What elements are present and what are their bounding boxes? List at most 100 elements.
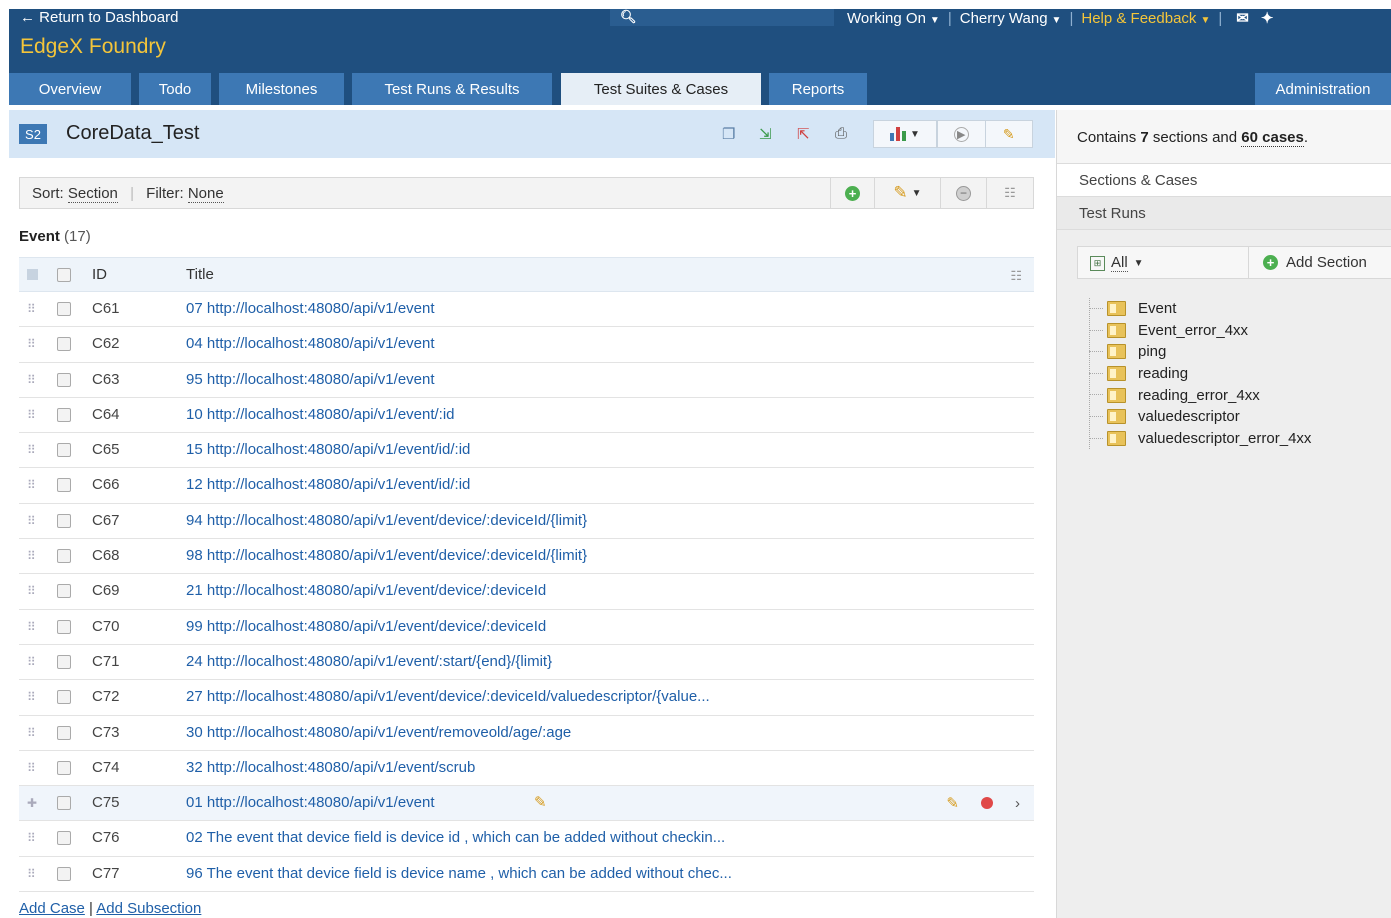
case-title-link[interactable]: 30 http://localhost:48080/api/v1/event/r… — [186, 724, 571, 741]
columns-icon[interactable]: ☷ — [1010, 268, 1022, 284]
table-row[interactable]: ⠿ C62 04 http://localhost:48080/api/v1/eve… — [19, 327, 1034, 363]
add-case-link[interactable]: Add Case — [19, 900, 85, 917]
tree-item[interactable]: Event — [1089, 298, 1311, 320]
row-checkbox[interactable] — [57, 337, 71, 352]
table-row[interactable]: ⠿ C77 96 The event that device field is de… — [19, 857, 1034, 893]
table-row[interactable]: ⠿ C67 94 http://localhost:48080/api/v1/eve… — [19, 504, 1034, 540]
row-checkbox[interactable] — [57, 478, 71, 493]
add-case-button[interactable]: + — [830, 178, 874, 208]
case-title-link[interactable]: 96 The event that device field is device… — [186, 865, 732, 882]
add-subsection-link[interactable]: Add Subsection — [96, 900, 201, 917]
row-checkbox[interactable] — [57, 654, 71, 669]
row-checkbox[interactable] — [57, 407, 71, 422]
row-checkbox[interactable] — [57, 866, 71, 881]
row-checkbox[interactable] — [57, 619, 71, 634]
drag-handle-icon[interactable]: ⠿ — [27, 831, 36, 845]
tab-test-suites-cases[interactable]: Test Suites & Cases — [561, 73, 761, 105]
tree-item[interactable]: Event_error_4xx — [1089, 320, 1311, 342]
columns-button[interactable]: ☷ — [986, 178, 1033, 208]
project-name[interactable]: EdgeX Foundry — [20, 35, 166, 59]
tree-item[interactable]: valuedescriptor — [1089, 406, 1311, 428]
table-row[interactable]: ⠿ C76 02 The event that device field is de… — [19, 821, 1034, 857]
summary-cases-count[interactable]: 60 cases — [1241, 129, 1304, 147]
case-title-link[interactable]: 27 http://localhost:48080/api/v1/event/d… — [186, 688, 710, 705]
add-section-button[interactable]: + Add Section — [1248, 247, 1367, 278]
table-row[interactable]: ⠿ C65 15 http://localhost:48080/api/v1/eve… — [19, 433, 1034, 469]
table-row[interactable]: ⠿ C68 98 http://localhost:48080/api/v1/eve… — [19, 539, 1034, 575]
filter-selector[interactable]: None — [187, 185, 224, 203]
drag-handle-icon[interactable]: ⠿ — [27, 867, 36, 881]
sidebar-tab-sections-cases[interactable]: Sections & Cases — [1057, 164, 1391, 197]
inline-edit-pencil-icon[interactable]: ✎ — [534, 793, 547, 811]
delete-icon[interactable] — [981, 797, 993, 810]
sort-selector[interactable]: Section — [67, 185, 118, 203]
table-row[interactable]: ⠿ C72 27 http://localhost:48080/api/v1/eve… — [19, 680, 1034, 716]
drag-handle-icon[interactable]: ⠿ — [27, 373, 36, 387]
drag-handle-icon[interactable]: ⠿ — [27, 408, 36, 422]
user-menu[interactable]: Cherry Wang ▼ — [960, 10, 1062, 27]
help-feedback-menu[interactable]: Help & Feedback ▼ — [1081, 10, 1210, 27]
drag-handle-icon[interactable]: ⠿ — [27, 302, 36, 316]
case-title-link[interactable]: 01 http://localhost:48080/api/v1/event — [186, 794, 435, 811]
drag-handle-icon[interactable]: ⠿ — [27, 584, 36, 598]
row-checkbox[interactable] — [57, 796, 71, 811]
drag-handle-icon[interactable]: ⠿ — [27, 514, 36, 528]
delete-cases-button[interactable]: − — [940, 178, 986, 208]
tree-item[interactable]: reading — [1089, 363, 1311, 385]
drag-handle-icon[interactable]: ⠿ — [27, 761, 36, 775]
case-title-link[interactable]: 02 The event that device field is device… — [186, 829, 725, 846]
tree-item[interactable]: reading_error_4xx — [1089, 384, 1311, 406]
case-title-link[interactable]: 12 http://localhost:48080/api/v1/event/i… — [186, 476, 470, 493]
row-checkbox[interactable] — [57, 443, 71, 458]
row-checkbox[interactable] — [57, 690, 71, 705]
drag-handle-icon[interactable]: ⠿ — [27, 726, 36, 740]
mail-icon[interactable]: ✉ — [1236, 9, 1255, 27]
case-title-link[interactable]: 24 http://localhost:48080/api/v1/event/:… — [186, 653, 552, 670]
column-header-id[interactable]: ID — [92, 266, 107, 283]
edit-cases-button[interactable]: ✎ ▼ — [874, 178, 940, 208]
working-on-menu[interactable]: Working On ▼ — [847, 10, 940, 27]
print-icon[interactable]: ⎙ — [835, 125, 847, 142]
drag-handle-icon[interactable]: ⠿ — [27, 478, 36, 492]
table-row[interactable]: ⠿ C69 21 http://localhost:48080/api/v1/eve… — [19, 574, 1034, 610]
case-title-link[interactable]: 98 http://localhost:48080/api/v1/event/d… — [186, 547, 587, 564]
move-handle-icon[interactable]: ✚ — [27, 796, 37, 810]
tab-milestones[interactable]: Milestones — [219, 73, 344, 105]
select-all-checkbox[interactable] — [57, 268, 71, 282]
drag-handle-icon[interactable]: ⠿ — [27, 690, 36, 704]
table-row[interactable]: ⠿ C73 30 http://localhost:48080/api/v1/eve… — [19, 716, 1034, 751]
case-title-link[interactable]: 07 http://localhost:48080/api/v1/event — [186, 300, 435, 317]
copy-icon[interactable]: ❐ — [722, 125, 735, 143]
row-checkbox[interactable] — [57, 302, 71, 316]
tab-overview[interactable]: Overview — [9, 73, 131, 105]
run-button[interactable]: ▶ — [938, 121, 985, 147]
search-input[interactable]: 🔍︎ — [610, 9, 834, 26]
return-to-dashboard-link[interactable]: ← Return to Dashboard — [20, 9, 178, 26]
case-title-link[interactable]: 99 http://localhost:48080/api/v1/event/d… — [186, 618, 546, 635]
import-icon[interactable]: ⇲ — [759, 125, 772, 143]
row-checkbox[interactable] — [57, 831, 71, 846]
case-title-link[interactable]: 10 http://localhost:48080/api/v1/event/:… — [186, 406, 455, 423]
tab-administration[interactable]: Administration — [1255, 73, 1391, 105]
case-title-link[interactable]: 21 http://localhost:48080/api/v1/event/d… — [186, 582, 546, 599]
row-checkbox[interactable] — [57, 760, 71, 775]
select-column-handle[interactable] — [27, 269, 38, 280]
drag-handle-icon[interactable]: ⠿ — [27, 443, 36, 457]
table-row[interactable]: ⠿ C70 99 http://localhost:48080/api/v1/eve… — [19, 610, 1034, 645]
drag-handle-icon[interactable]: ⠿ — [27, 549, 36, 563]
chevron-right-icon[interactable]: › — [1015, 795, 1020, 812]
tab-test-runs-results[interactable]: Test Runs & Results — [352, 73, 552, 105]
row-checkbox[interactable] — [57, 584, 71, 599]
pencil-icon[interactable]: ✎ — [946, 794, 959, 812]
row-checkbox[interactable] — [57, 549, 71, 564]
case-title-link[interactable]: 04 http://localhost:48080/api/v1/event — [186, 335, 435, 352]
drag-handle-icon[interactable]: ⠿ — [27, 337, 36, 351]
case-title-link[interactable]: 32 http://localhost:48080/api/v1/event/s… — [186, 759, 475, 776]
table-row[interactable]: ⠿ C63 95 http://localhost:48080/api/v1/eve… — [19, 363, 1034, 398]
table-row[interactable]: ✚ C75 01 http://localhost:48080/api/v1/eve… — [19, 786, 1034, 822]
tab-reports[interactable]: Reports — [769, 73, 867, 105]
export-icon[interactable]: ⇱ — [797, 125, 810, 143]
table-row[interactable]: ⠿ C71 24 http://localhost:48080/api/v1/eve… — [19, 645, 1034, 681]
case-title-link[interactable]: 94 http://localhost:48080/api/v1/event/d… — [186, 512, 587, 529]
tree-item[interactable]: valuedescriptor_error_4xx — [1089, 428, 1311, 450]
